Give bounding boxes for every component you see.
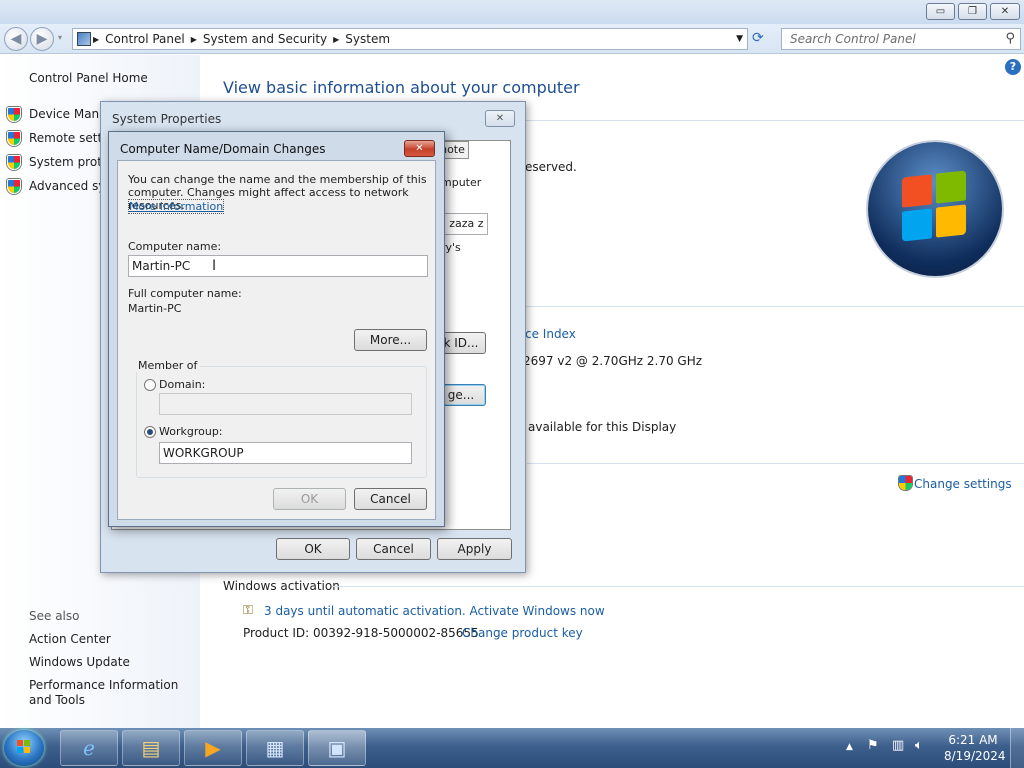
file-explorer-icon[interactable]: ▤ (122, 730, 180, 766)
start-button[interactable] (4, 730, 44, 766)
cancel-button[interactable]: Cancel (354, 488, 427, 510)
workgroup-input[interactable]: WORKGROUP (159, 442, 412, 464)
refresh-icon[interactable]: ⟳ (752, 30, 764, 46)
page-title: View basic information about your comput… (223, 78, 580, 97)
apply-button[interactable]: Apply (437, 538, 512, 560)
breadcrumb-system[interactable]: System (341, 32, 394, 46)
clock-time: 6:21 AM (948, 733, 998, 747)
dialog-title: Computer Name/Domain Changes (120, 142, 326, 156)
pen-touch-value: available for this Display (528, 420, 677, 434)
full-computer-name-label: Full computer name: (128, 287, 242, 300)
shield-icon (899, 476, 912, 490)
search-input[interactable]: Search Control Panel ⚲ (781, 28, 1021, 50)
control-panel-icon (77, 32, 91, 46)
shield-icon (7, 179, 21, 194)
help-icon[interactable]: ? (1005, 59, 1021, 75)
more-button[interactable]: More... (354, 329, 427, 351)
clock[interactable]: 6:21 AM 8/19/2024 (944, 732, 1006, 764)
change-product-key-link[interactable]: Change product key (462, 626, 583, 640)
text-cursor-icon: I (212, 258, 217, 274)
back-button[interactable]: ◀ (4, 27, 28, 51)
divider (525, 306, 1024, 307)
shield-icon (7, 155, 21, 170)
clock-date: 8/19/2024 (944, 749, 1006, 763)
ok-button[interactable]: OK (276, 538, 350, 560)
media-player-icon[interactable]: ▶ (184, 730, 242, 766)
change-settings-link[interactable]: Change settings (914, 477, 1012, 491)
forward-button[interactable]: ▶ (30, 27, 54, 51)
show-hidden-icons[interactable]: ▲ (846, 742, 853, 752)
workgroup-label: Workgroup: (159, 425, 223, 438)
breadcrumb-control-panel[interactable]: Control Panel (101, 32, 189, 46)
address-toolbar: ◀ ▶ ▾ ▶ Control Panel ▶ System and Secur… (0, 24, 1024, 54)
domain-radio[interactable] (144, 379, 156, 391)
address-dropdown-icon[interactable]: ▼ (736, 34, 747, 44)
domain-label: Domain: (159, 378, 206, 391)
workgroup-radio[interactable] (144, 426, 156, 438)
address-bar[interactable]: ▶ Control Panel ▶ System and Security ▶ … (72, 28, 748, 50)
chevron-right-icon[interactable]: ▶ (189, 35, 199, 44)
divider (332, 586, 1024, 587)
dialog-title: System Properties (112, 112, 222, 126)
computer-name-dialog: Computer Name/Domain Changes ✕ You can c… (108, 131, 445, 527)
description-text: mputer (441, 176, 482, 189)
computer-name-input[interactable]: Martin-PC (128, 255, 428, 277)
window-titlebar: ▭ ❐ ✕ (0, 0, 1024, 24)
action-center-link[interactable]: Action Center (29, 632, 111, 646)
shield-icon (7, 131, 21, 146)
restore-button[interactable]: ❐ (958, 3, 987, 20)
product-id-text: Product ID: 00392-918-5000002-85655 (243, 626, 479, 640)
performance-info-link[interactable]: Performance Information and Tools (29, 678, 194, 708)
domain-input[interactable] (159, 393, 412, 415)
key-icon: ⚿ (243, 603, 253, 618)
chevron-right-icon: ▶ (93, 34, 100, 44)
shield-icon (7, 107, 21, 122)
experience-index-link[interactable]: ce Index (525, 327, 576, 341)
activate-windows-link[interactable]: 3 days until automatic activation. Activ… (264, 604, 605, 618)
internet-explorer-icon[interactable]: ℯ (60, 730, 118, 766)
close-button[interactable]: ✕ (485, 110, 515, 127)
member-of-label: Member of (135, 359, 201, 372)
divider (525, 120, 1024, 121)
volume-icon[interactable]: 🔈︎ (915, 738, 923, 753)
see-also-heading: See also (29, 609, 80, 623)
divider (527, 463, 1024, 464)
breadcrumb-system-security[interactable]: System and Security (199, 32, 331, 46)
control-panel-home-link[interactable]: Control Panel Home (29, 71, 148, 85)
recent-pages-icon[interactable]: ▾ (58, 33, 62, 42)
network-icon[interactable]: ▥ (892, 738, 904, 753)
minimize-button[interactable]: ▭ (926, 3, 955, 20)
system-properties-taskbar-icon[interactable]: ▣ (308, 730, 366, 766)
cancel-button[interactable]: Cancel (356, 538, 431, 560)
show-desktop-button[interactable] (1010, 728, 1024, 768)
activation-heading: Windows activation (223, 579, 340, 593)
processor-value: 2697 v2 @ 2.70GHz 2.70 GHz (523, 354, 703, 368)
computer-name-label: Computer name: (128, 240, 222, 253)
close-button[interactable]: ✕ (990, 3, 1020, 20)
dialog-body: You can change the name and the membersh… (117, 160, 436, 520)
search-icon[interactable]: ⚲ (1005, 31, 1015, 46)
windows-update-link[interactable]: Windows Update (29, 655, 130, 669)
windows-logo (868, 142, 1002, 276)
taskbar: ℯ ▤ ▶ ▦ ▣ ▲ ⚑ ▥ 🔈︎ 6:21 AM 8/19/2024 (0, 728, 1024, 768)
close-button[interactable]: ✕ (404, 140, 435, 157)
chevron-right-icon[interactable]: ▶ (331, 35, 341, 44)
flag-icon[interactable]: ⚑ (867, 738, 879, 753)
more-information-link[interactable]: More information (128, 199, 225, 214)
search-placeholder: Search Control Panel (790, 32, 916, 46)
control-panel-taskbar-icon[interactable]: ▦ (246, 730, 304, 766)
ok-button[interactable]: OK (273, 488, 346, 510)
full-computer-name-value: Martin-PC (128, 302, 182, 315)
copyright-text: eserved. (525, 160, 577, 174)
